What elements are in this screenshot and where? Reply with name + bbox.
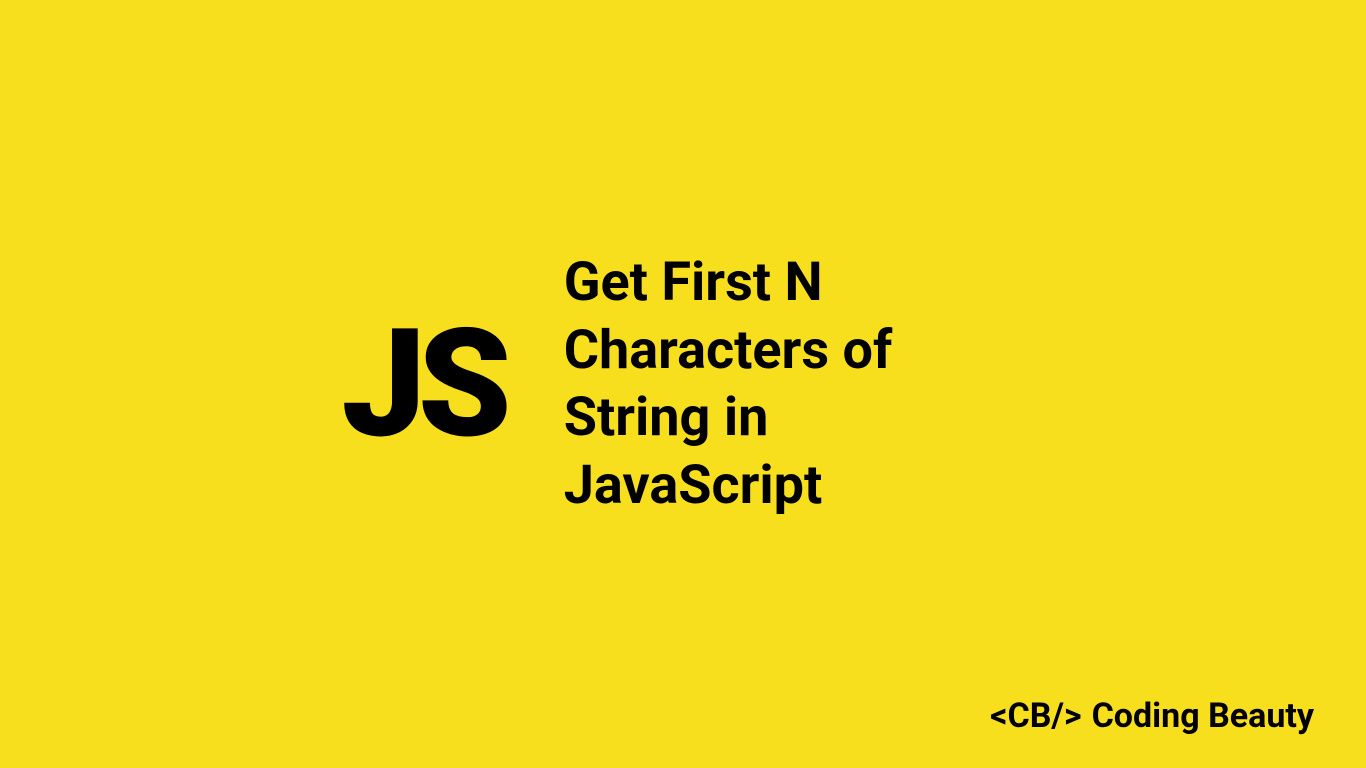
brand-name: Coding Beauty [1092,696,1314,736]
article-title: Get First N Characters of String in Java… [564,249,1025,519]
main-content: JS Get First N Characters of String in J… [342,249,1025,519]
js-logo: JS [342,309,504,459]
brand-tag: <CB/> [990,696,1081,736]
footer-brand: <CB/> Coding Beauty [990,696,1314,736]
